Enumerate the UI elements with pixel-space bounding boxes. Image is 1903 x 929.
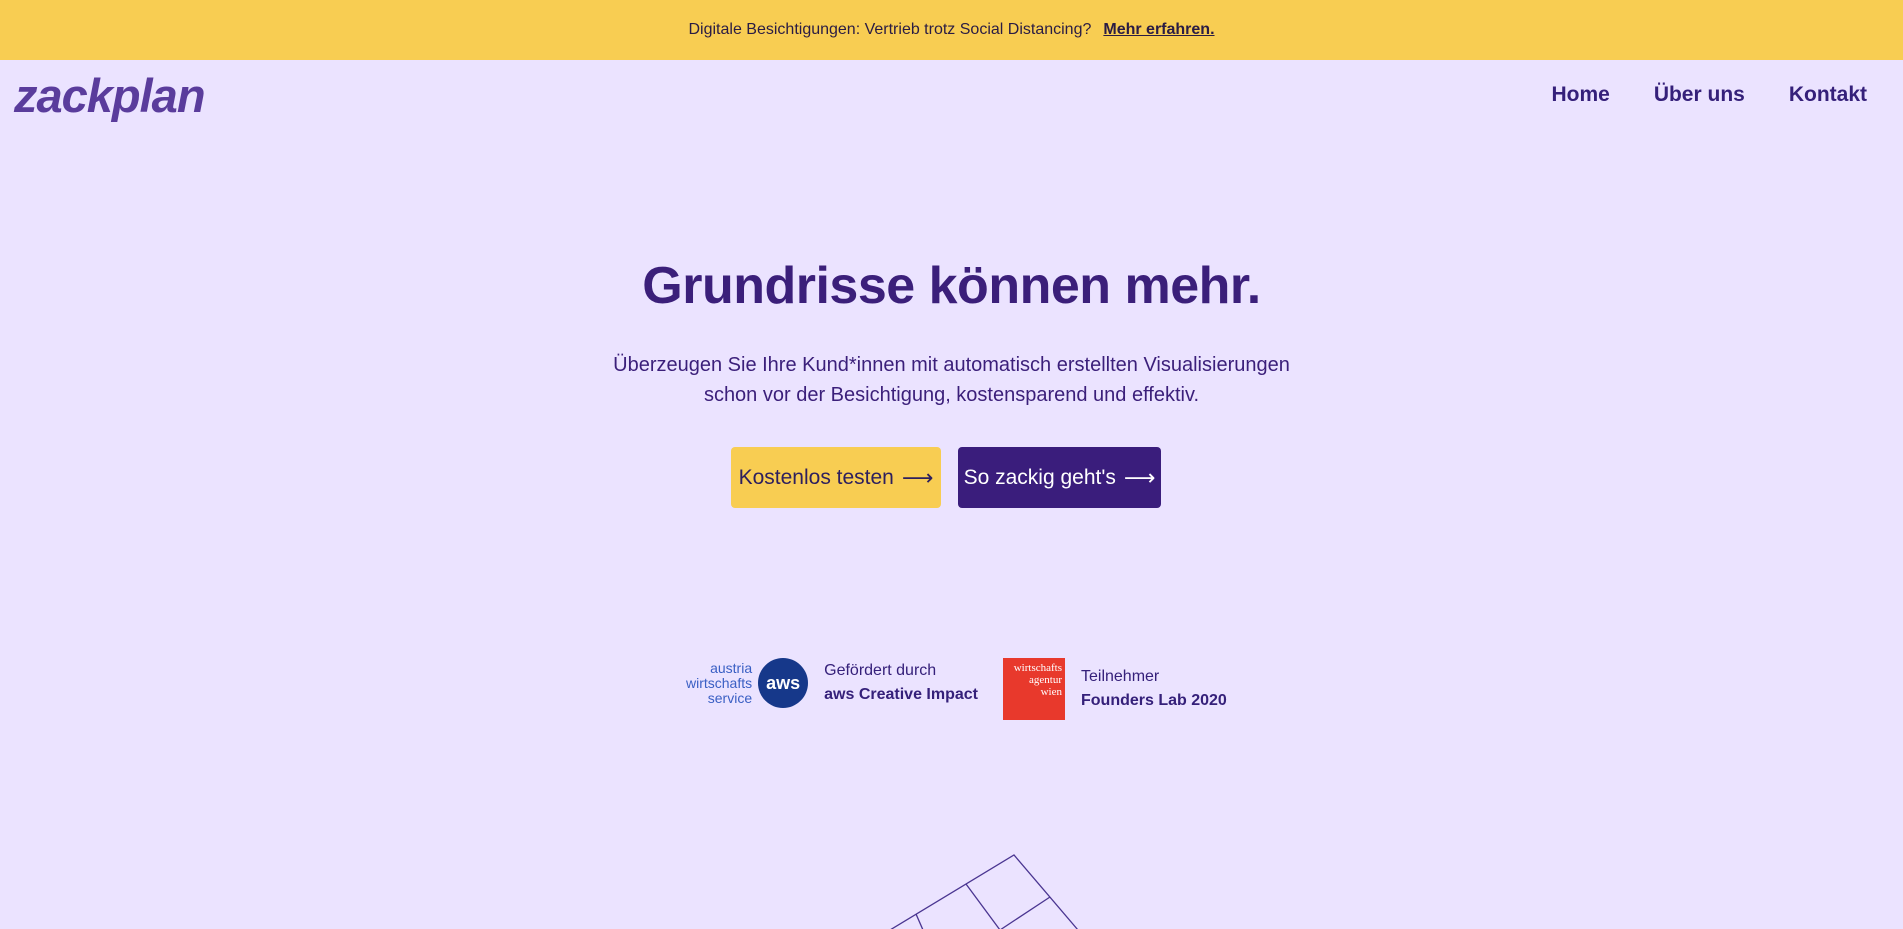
aws-logo-text: austria wirtschafts service — [686, 659, 753, 706]
announcement-banner: Digitale Besichtigungen: Vertrieb trotz … — [0, 0, 1903, 60]
how-it-works-button[interactable]: So zackig geht's ⟶ — [958, 447, 1161, 508]
hero-title: Grundrisse können mehr. — [642, 257, 1261, 315]
aws-badge-logo: aws — [758, 658, 809, 708]
wien-logo-line: wirtschafts — [1013, 662, 1062, 674]
nav-contact[interactable]: Kontakt — [1789, 83, 1867, 107]
zackplan-logo[interactable]: zackplan — [14, 68, 206, 123]
wien-logo-line: agentur — [1029, 674, 1062, 686]
wien-caption-program: Founders Lab 2020 — [1081, 692, 1227, 709]
hero-subtitle-line: Überzeugen Sie Ihre Kund*innen mit autom… — [613, 354, 1290, 376]
sponsor-wirtschaftsagentur: wirtschafts agentur wien Teilnehmer Foun… — [1003, 658, 1227, 720]
free-trial-label: Kostenlos testen — [738, 465, 894, 489]
hero-subtitle-line: schon vor der Besichtigung, kostensparen… — [703, 384, 1200, 406]
wirtschaftsagentur-logo: wirtschafts agentur wien — [1003, 658, 1065, 720]
wien-logo-line: wien — [1040, 686, 1062, 698]
nav-about[interactable]: Über uns — [1654, 83, 1745, 107]
banner-more-link[interactable]: Mehr erfahren. — [1103, 21, 1214, 39]
aws-logo-line: wirtschafts — [686, 674, 753, 691]
arrow-right-icon: ⟶ — [1123, 464, 1156, 490]
banner-text: Digitale Besichtigungen: Vertrieb trotz … — [688, 21, 1092, 38]
hero-subtitle: Überzeugen Sie Ihre Kund*innen mit autom… — [0, 350, 1903, 410]
wien-caption: Teilnehmer Founders Lab 2020 — [1081, 665, 1227, 713]
aws-caption: Gefördert durch aws Creative Impact — [824, 659, 978, 707]
aws-caption-program: aws Creative Impact — [824, 686, 978, 703]
how-it-works-label: So zackig geht's — [963, 465, 1116, 489]
aws-caption-line: Gefördert durch — [824, 662, 937, 679]
aws-logo-line: austria — [710, 659, 753, 676]
nav-home[interactable]: Home — [1551, 83, 1609, 107]
wien-caption-line: Teilnehmer — [1081, 668, 1160, 685]
arrow-right-icon: ⟶ — [901, 464, 934, 490]
sponsor-aws: austria wirtschafts service aws Geförder… — [686, 658, 978, 708]
aws-logo-line: service — [707, 689, 753, 706]
free-trial-button[interactable]: Kostenlos testen ⟶ — [731, 447, 941, 508]
floorplan-illustration — [890, 854, 1079, 929]
main-nav: Home Über uns Kontakt — [1551, 83, 1867, 107]
